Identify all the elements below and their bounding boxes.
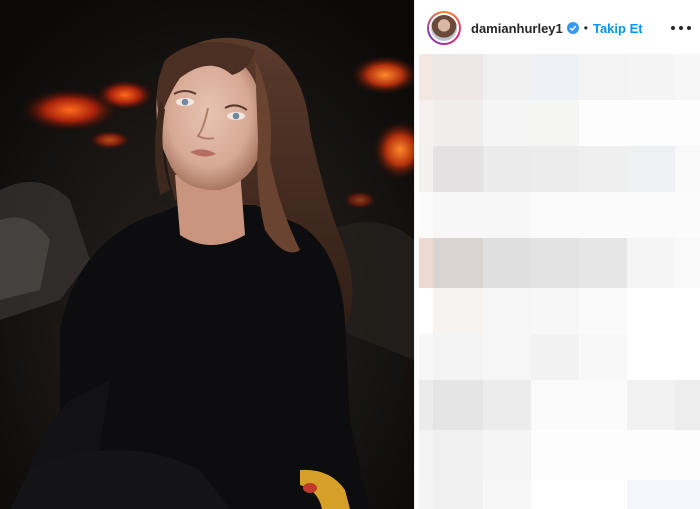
separator-dot: • (583, 21, 588, 35)
portrait-photo (0, 0, 414, 509)
post-side-panel: damianhurley1 • Takip Et (414, 0, 700, 509)
username-link[interactable]: damianhurley1 (471, 21, 563, 36)
post-header: damianhurley1 • Takip Et (415, 0, 700, 56)
profile-avatar[interactable] (427, 11, 461, 45)
post-photo[interactable] (0, 0, 414, 509)
blurred-comments-area (419, 54, 700, 509)
verified-badge-icon (566, 22, 579, 34)
instagram-post: damianhurley1 • Takip Et (0, 0, 700, 509)
follow-button[interactable]: Takip Et (593, 21, 643, 36)
more-options-icon[interactable] (671, 20, 691, 36)
avatar-image (431, 15, 457, 41)
